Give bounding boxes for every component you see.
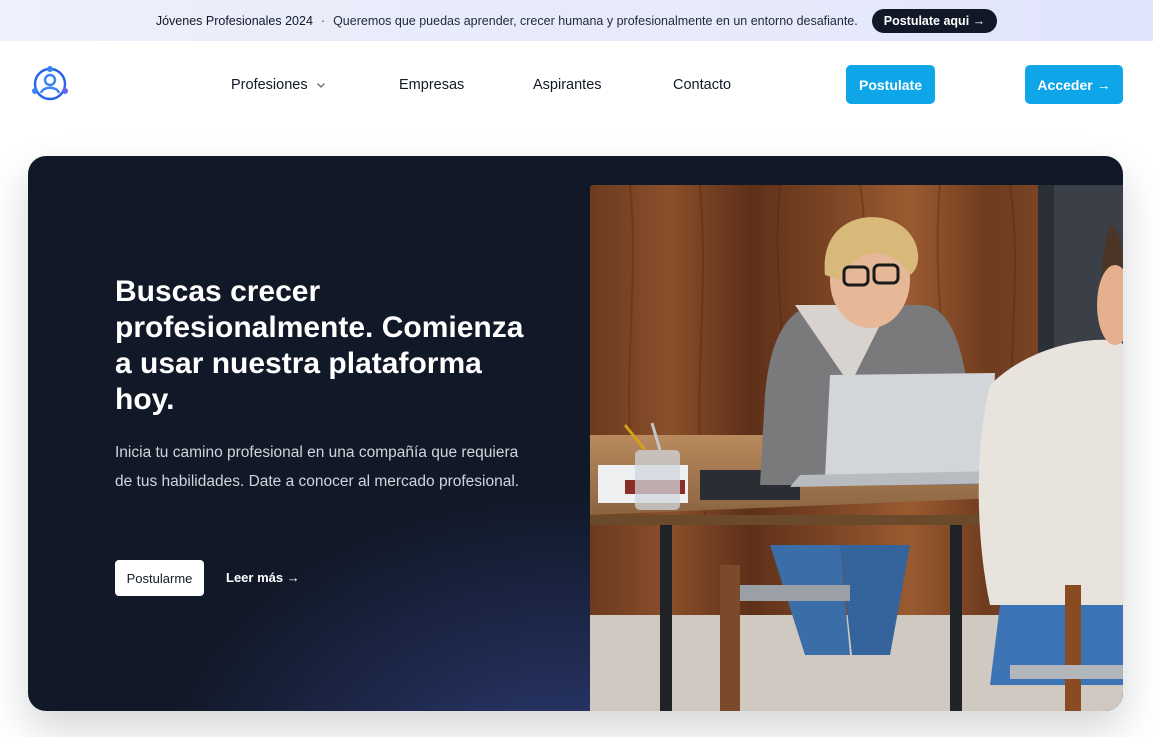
announcement-separator: · bbox=[320, 13, 326, 28]
announcement-bar: Jóvenes Profesionales 2024 · Queremos qu… bbox=[0, 0, 1153, 41]
main-nav: Profesiones Empresas Aspirantes Contacto… bbox=[0, 41, 1153, 129]
nav-item-empresas[interactable]: Empresas bbox=[399, 77, 464, 93]
leer-mas-link[interactable]: Leer más → bbox=[226, 570, 300, 585]
nav-item-profesiones[interactable]: Profesiones bbox=[231, 77, 326, 93]
nav-item-aspirantes[interactable]: Aspirantes bbox=[533, 77, 602, 93]
postularme-button[interactable]: Postularme bbox=[115, 560, 204, 596]
chevron-down-icon bbox=[316, 83, 325, 88]
nav-item-contacto[interactable]: Contacto bbox=[673, 77, 731, 93]
announcement-cta-button[interactable]: Postulate aqui → bbox=[871, 8, 998, 33]
hero-title: Buscas crecer profesionalmente. Comienza… bbox=[115, 275, 524, 416]
nav-item-label: Profesiones bbox=[231, 77, 308, 93]
announcement-title: Jóvenes Profesionales 2024 bbox=[155, 13, 313, 28]
hero-section: Buscas crecer profesionalmente. Comienza… bbox=[28, 156, 1123, 711]
postulate-button[interactable]: Postulate bbox=[846, 65, 935, 104]
hero-description: Inicia tu camino profesional en una comp… bbox=[115, 444, 520, 490]
announcement-message: Queremos que puedas aprender, crecer hum… bbox=[333, 13, 858, 28]
hero-photo bbox=[590, 185, 1123, 711]
user-network-logo[interactable] bbox=[31, 65, 69, 103]
login-button[interactable]: Acceder → bbox=[1025, 65, 1123, 104]
